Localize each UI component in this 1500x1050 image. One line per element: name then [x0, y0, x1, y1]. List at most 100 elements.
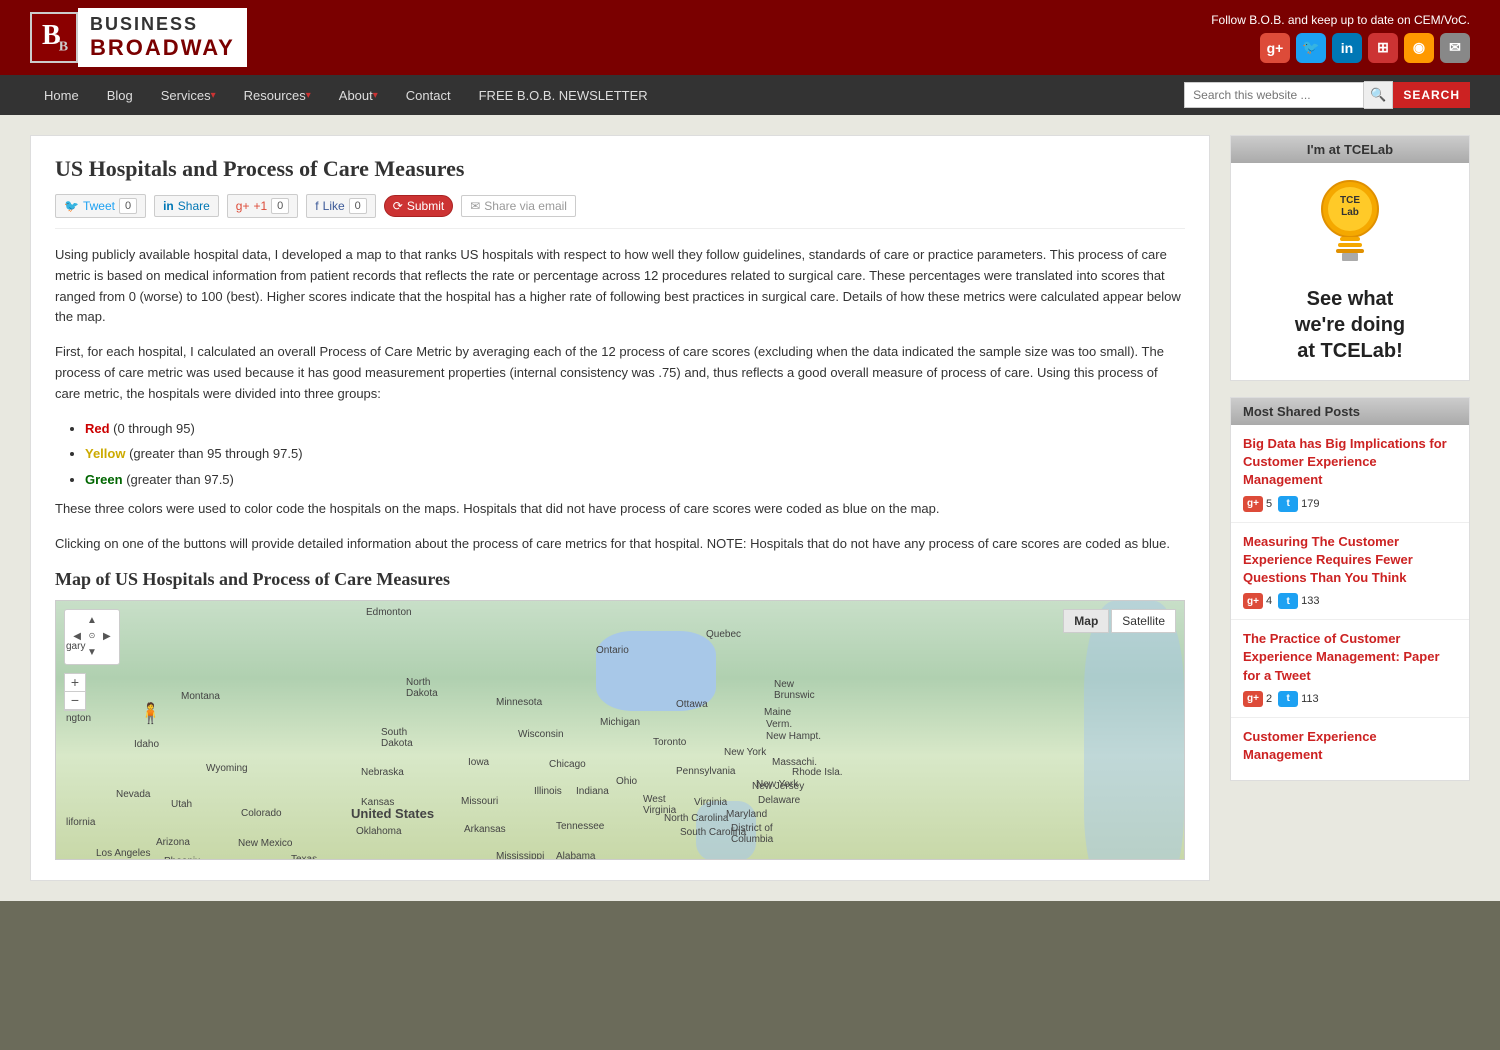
search-icon[interactable]: 🔍 — [1364, 81, 1393, 109]
nav-contact[interactable]: Contact — [392, 75, 465, 115]
michigan-label: Michigan — [600, 717, 640, 728]
tcelab-tagline: See what we're doing at TCELab! — [1247, 286, 1453, 364]
tw-stat-icon: t — [1278, 496, 1298, 512]
like-button[interactable]: f Like 0 — [306, 194, 375, 218]
stat-tw-3: t 113 — [1278, 691, 1319, 707]
list-item-red: Red (0 through 95) — [85, 419, 1185, 439]
vermont-label: Verm. — [766, 719, 792, 730]
mississippi-label: Mississippi — [496, 851, 544, 860]
svg-text:TCE: TCE — [1340, 195, 1360, 206]
street-view-icon[interactable]: 🧍 — [138, 701, 163, 726]
shared-post-2-title[interactable]: Measuring The Customer Experience Requir… — [1243, 533, 1457, 588]
toronto-label: Toronto — [653, 737, 686, 748]
stat-gplus-3: g+ 2 — [1243, 691, 1272, 707]
nav-newsletter[interactable]: FREE B.O.B. NEWSLETTER — [465, 75, 662, 115]
map-nav-control[interactable]: ▲ ◀ ⊙ ▶ ▼ — [64, 609, 120, 665]
stat-tw-1: t 179 — [1278, 496, 1319, 512]
share-bar: 🐦 Tweet 0 in Share g+ +1 0 f Like 0 ⟳ Su… — [55, 194, 1185, 229]
wyoming-label: Wyoming — [206, 763, 248, 774]
linkedin-share-icon: in — [163, 199, 174, 213]
california-label: lifornia — [66, 817, 95, 828]
shared-post-3-title[interactable]: The Practice of Customer Experience Mana… — [1243, 630, 1457, 685]
svg-text:Lab: Lab — [1341, 207, 1359, 218]
tw-stat-icon-3: t — [1278, 691, 1298, 707]
maryland-label: Maryland — [726, 809, 767, 820]
share-linkedin-button[interactable]: in Share — [154, 195, 219, 217]
article-para-1: Using publicly available hospital data, … — [55, 245, 1185, 328]
nav-nw[interactable] — [70, 613, 84, 628]
north-dakota-label: NorthDakota — [406, 677, 438, 699]
follow-text: Follow B.O.B. and keep up to date on CEM… — [1211, 13, 1470, 27]
like-count: 0 — [349, 198, 367, 214]
other-social-icon[interactable]: ⊞ — [1368, 33, 1398, 63]
submit-button[interactable]: ⟳ Submit — [384, 195, 453, 217]
newhamp-label: New Hampt. — [766, 731, 821, 742]
email-share-label: Share via email — [484, 199, 567, 213]
zoom-out[interactable]: − — [65, 692, 85, 710]
rss-icon[interactable]: ◉ — [1404, 33, 1434, 63]
nav-center[interactable]: ⊙ — [85, 629, 99, 644]
sc-label: South Carolina — [680, 827, 746, 838]
nav-search: 🔍 SEARCH — [1184, 81, 1470, 109]
google-plus-icon[interactable]: g+ — [1260, 33, 1290, 63]
email-share-button[interactable]: ✉ Share via email — [461, 195, 576, 217]
map-button[interactable]: Map — [1063, 609, 1109, 633]
shared-post-1-title[interactable]: Big Data has Big Implications for Custom… — [1243, 435, 1457, 490]
gary-label: gary — [66, 641, 85, 652]
gplus-stat-icon: g+ — [1243, 496, 1263, 512]
tweet-count: 0 — [119, 198, 137, 214]
red-label: Red — [85, 421, 110, 436]
list-item-yellow: Yellow (greater than 95 through 97.5) — [85, 444, 1185, 464]
bulb-icon[interactable]: TCE Lab — [1310, 175, 1390, 278]
zoom-in[interactable]: + — [65, 674, 85, 692]
utah-label: Utah — [171, 799, 192, 810]
logo-text-area[interactable]: BUSINESS BROADWAY — [78, 8, 247, 67]
nav-services[interactable]: Services — [147, 75, 230, 115]
search-button[interactable]: SEARCH — [1393, 82, 1470, 108]
tweet-button[interactable]: 🐦 Tweet 0 — [55, 194, 146, 218]
nav-blog[interactable]: Blog — [93, 75, 147, 115]
la-label: Los Angeles — [96, 848, 151, 859]
pennsylvania-label: Pennsylvania — [676, 766, 735, 777]
stat-gplus-2: g+ 4 — [1243, 593, 1272, 609]
nc-label: North Carolina — [664, 813, 728, 824]
gplus-count-3: 2 — [1266, 693, 1272, 705]
nebraska-label: Nebraska — [361, 767, 404, 778]
linkedin-icon[interactable]: in — [1332, 33, 1362, 63]
stat-tw-2: t 133 — [1278, 593, 1319, 609]
map-container[interactable]: ▲ ◀ ⊙ ▶ ▼ + − 🧍 — [55, 600, 1185, 860]
shared-post-2-stats: g+ 4 t 133 — [1243, 593, 1457, 609]
colorado-label: Colorado — [241, 808, 282, 819]
nav-se[interactable] — [100, 645, 114, 660]
tcelab-line2: we're doing — [1247, 312, 1453, 338]
rhode-label: Rhode Isla. — [792, 767, 843, 778]
top-header: BB BUSINESS BROADWAY Follow B.O.B. and k… — [0, 0, 1500, 75]
most-shared-header: Most Shared Posts — [1231, 398, 1469, 425]
logo-area: BB BUSINESS BROADWAY — [30, 8, 247, 67]
gplus-button[interactable]: g+ +1 0 — [227, 194, 299, 218]
satellite-button[interactable]: Satellite — [1111, 609, 1176, 633]
map-zoom[interactable]: + − — [64, 673, 86, 711]
unitedstates-label: United States — [351, 806, 434, 821]
nav-e[interactable]: ▶ — [100, 629, 114, 644]
nevada-label: Nevada — [116, 789, 150, 800]
shared-post-3-stats: g+ 2 t 113 — [1243, 691, 1457, 707]
nav-resources[interactable]: Resources — [230, 75, 325, 115]
shared-post-4-title[interactable]: Customer Experience Management — [1243, 728, 1457, 764]
ontario-label: Ontario — [596, 645, 629, 656]
nav-about[interactable]: About — [325, 75, 392, 115]
shared-post-4: Customer Experience Management — [1231, 718, 1469, 780]
nav-n[interactable]: ▲ — [85, 613, 99, 628]
gplus-count-2: 4 — [1266, 595, 1272, 607]
nav-home[interactable]: Home — [30, 75, 93, 115]
gplus-label: +1 — [253, 199, 267, 213]
alabama-label: Alabama — [556, 851, 595, 860]
nav-ne[interactable] — [100, 613, 114, 628]
map-title: Map of US Hospitals and Process of Care … — [55, 569, 1185, 590]
search-input[interactable] — [1184, 82, 1364, 108]
lightbulb-svg: TCE Lab — [1310, 175, 1390, 275]
email-icon[interactable]: ✉ — [1440, 33, 1470, 63]
logo-box[interactable]: BB — [30, 12, 78, 64]
twitter-icon[interactable]: 🐦 — [1296, 33, 1326, 63]
nav-s[interactable]: ▼ — [85, 645, 99, 660]
